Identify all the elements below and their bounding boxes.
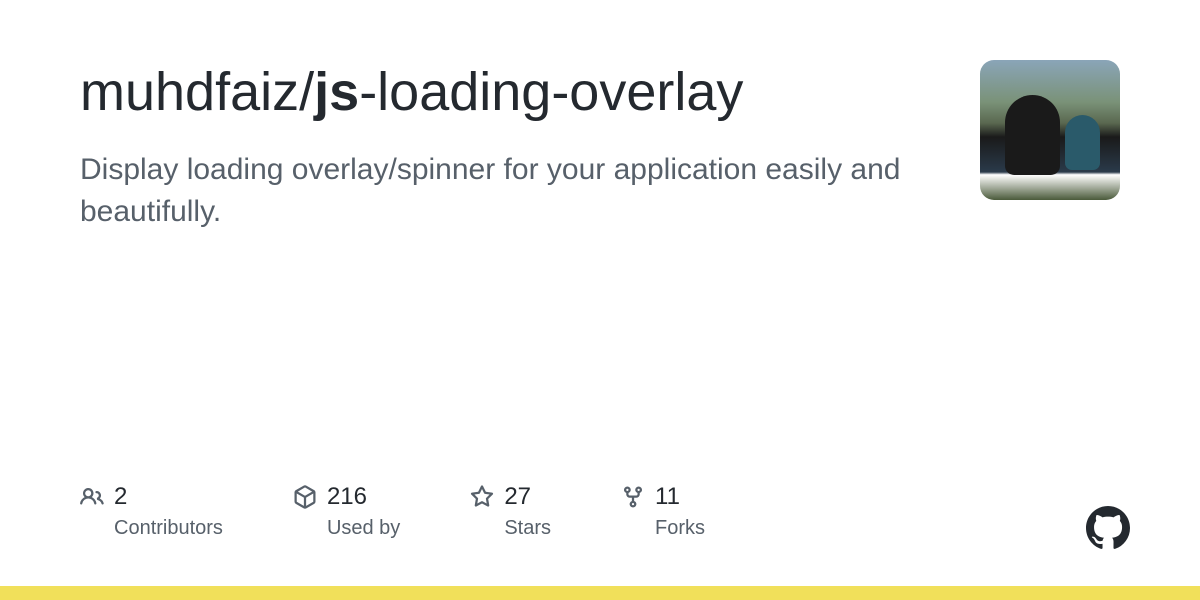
stars-value: 27	[504, 483, 531, 511]
repo-title: muhdfaiz/js-loading-overlay	[80, 60, 940, 125]
forks-value: 11	[655, 483, 680, 511]
repo-description: Display loading overlay/spinner for your…	[80, 149, 940, 233]
repo-name-rest: -loading-overlay	[359, 62, 743, 122]
language-bar	[0, 586, 1200, 600]
stats-row: 2 Contributors 216 Used by 27 Stars	[80, 483, 705, 540]
stat-contributors: 2 Contributors	[80, 483, 223, 540]
header: muhdfaiz/js-loading-overlay Display load…	[80, 60, 1120, 233]
stat-forks: 11 Forks	[621, 483, 705, 540]
slash: /	[299, 62, 314, 122]
people-icon	[80, 485, 104, 509]
contributors-value: 2	[114, 483, 127, 511]
repo-name-bold: js	[314, 62, 359, 122]
usedby-value: 216	[327, 483, 367, 511]
repo-card: muhdfaiz/js-loading-overlay Display load…	[0, 0, 1200, 600]
title-block: muhdfaiz/js-loading-overlay Display load…	[80, 60, 980, 233]
stars-label: Stars	[504, 517, 551, 540]
github-logo-icon	[1086, 506, 1130, 550]
fork-icon	[621, 485, 645, 509]
avatar	[980, 60, 1120, 200]
contributors-label: Contributors	[114, 517, 223, 540]
usedby-label: Used by	[327, 517, 400, 540]
repo-owner: muhdfaiz	[80, 62, 299, 122]
forks-label: Forks	[655, 517, 705, 540]
star-icon	[470, 485, 494, 509]
stat-stars: 27 Stars	[470, 483, 551, 540]
stat-usedby: 216 Used by	[293, 483, 400, 540]
package-icon	[293, 485, 317, 509]
